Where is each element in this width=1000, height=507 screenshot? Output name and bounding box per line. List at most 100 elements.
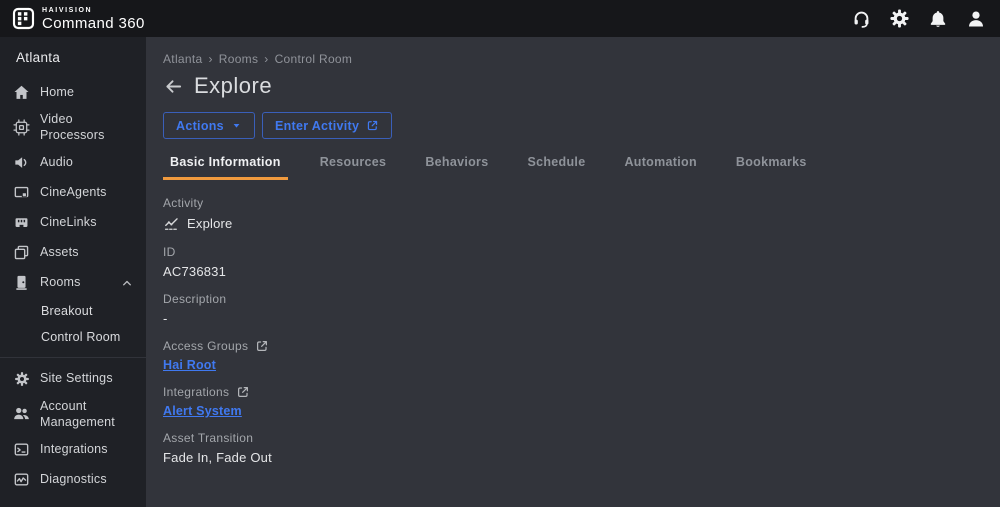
enter-activity-button-label: Enter Activity xyxy=(274,118,360,133)
activity-chart-icon xyxy=(163,215,180,232)
tab-behaviors[interactable]: Behaviors xyxy=(418,155,495,180)
sidebar-item-label: CineLinks xyxy=(40,215,97,230)
asset-transition-value: Fade In, Fade Out xyxy=(163,450,272,465)
sidebar-nav: Home Video Processors Audio CineAgents C… xyxy=(0,77,146,494)
brand-text: HAIVISION Command 360 xyxy=(42,7,145,31)
chip-icon xyxy=(13,119,30,136)
hai-root-link[interactable]: Hai Root xyxy=(163,358,216,372)
top-bar: HAIVISION Command 360 xyxy=(0,0,1000,37)
enter-activity-button[interactable]: Enter Activity xyxy=(261,112,393,139)
sidebar-divider xyxy=(0,356,146,358)
people-icon xyxy=(13,405,30,422)
alert-system-link[interactable]: Alert System xyxy=(163,404,242,418)
breadcrumb: Atlanta › Rooms › Control Room xyxy=(163,52,980,66)
field-asset-transition: Asset Transition Fade In, Fade Out xyxy=(163,431,980,465)
sidebar-item-cinelinks[interactable]: CineLinks xyxy=(0,208,146,238)
activity-label: Activity xyxy=(163,196,204,210)
breadcrumb-control-room: Control Room xyxy=(274,52,353,66)
field-label: Access Groups xyxy=(163,339,980,353)
tab-schedule[interactable]: Schedule xyxy=(520,155,592,180)
door-icon xyxy=(13,274,30,291)
id-label: ID xyxy=(163,245,176,259)
tab-resources[interactable]: Resources xyxy=(313,155,394,180)
brand-name: HAIVISION xyxy=(42,6,93,14)
support-headset-icon[interactable] xyxy=(851,8,872,29)
site-name: Atlanta xyxy=(16,50,61,65)
sidebar-item-rooms[interactable]: Rooms xyxy=(0,268,146,298)
field-label: Description xyxy=(163,292,980,306)
account-person-icon[interactable] xyxy=(965,8,986,29)
id-value: AC736831 xyxy=(163,264,227,279)
tab-automation[interactable]: Automation xyxy=(617,155,703,180)
layers-icon xyxy=(13,244,30,261)
sidebar-item-label: Home xyxy=(40,84,75,99)
main-content: Atlanta › Rooms › Control Room Explore A… xyxy=(146,37,1000,507)
tab-bookmarks[interactable]: Bookmarks xyxy=(729,155,814,180)
tab-basic-information[interactable]: Basic Information xyxy=(163,155,288,180)
sidebar: Atlanta Home Video Processors Audio Cine… xyxy=(0,37,146,507)
external-link-icon xyxy=(366,119,379,132)
terminal-icon xyxy=(13,441,30,458)
external-link-icon[interactable] xyxy=(255,339,269,353)
field-integrations: Integrations Alert System xyxy=(163,385,980,418)
sidebar-item-audio[interactable]: Audio xyxy=(0,148,146,178)
sidebar-item-video-processors[interactable]: Video Processors xyxy=(0,107,146,148)
topbar-icon-group xyxy=(851,8,986,29)
field-label: Activity xyxy=(163,196,980,210)
sidebar-subitem-control-room[interactable]: Control Room xyxy=(0,324,146,350)
haivision-logo-icon xyxy=(12,7,35,30)
actions-button[interactable]: Actions xyxy=(163,112,255,139)
breadcrumb-separator: › xyxy=(264,52,269,66)
product-name: Command 360 xyxy=(42,14,145,32)
sidebar-item-cineagents[interactable]: CineAgents xyxy=(0,178,146,208)
sidebar-item-label: Account Management xyxy=(40,398,115,429)
field-label: Asset Transition xyxy=(163,431,980,445)
notifications-bell-icon[interactable] xyxy=(927,8,948,29)
title-row: Explore xyxy=(163,73,980,99)
integrations-link-row: Alert System xyxy=(163,404,980,418)
description-value: - xyxy=(163,311,168,326)
sidebar-item-home[interactable]: Home xyxy=(0,77,146,107)
activity-value: Explore xyxy=(187,216,233,231)
activity-value-row: Explore xyxy=(163,215,980,232)
access-groups-label: Access Groups xyxy=(163,339,249,353)
sidebar-item-integrations[interactable]: Integrations xyxy=(0,434,146,464)
sidebar-item-label: Site Settings xyxy=(40,371,113,386)
back-arrow-icon[interactable] xyxy=(163,76,183,96)
chevron-up-icon[interactable] xyxy=(121,277,133,289)
sidebar-item-label: Assets xyxy=(40,245,79,260)
settings-gear-icon[interactable] xyxy=(889,8,910,29)
rooms-submenu: Breakout Control Room xyxy=(0,298,146,350)
field-description: Description - xyxy=(163,292,980,326)
sidebar-item-account-management[interactable]: Account Management xyxy=(0,394,146,435)
gear-icon xyxy=(13,370,30,387)
caret-down-icon xyxy=(231,120,242,131)
port-icon xyxy=(13,214,30,231)
field-id: ID AC736831 xyxy=(163,245,980,279)
field-label: ID xyxy=(163,245,980,259)
sidebar-item-site-settings[interactable]: Site Settings xyxy=(0,364,146,394)
page-title: Explore xyxy=(194,73,273,98)
breadcrumb-rooms[interactable]: Rooms xyxy=(219,52,259,66)
sidebar-item-assets[interactable]: Assets xyxy=(0,238,146,268)
description-label: Description xyxy=(163,292,227,306)
field-access-groups: Access Groups Hai Root xyxy=(163,339,980,372)
sidebar-item-label: Video Processors xyxy=(40,112,105,143)
breadcrumb-separator: › xyxy=(208,52,213,66)
speaker-icon xyxy=(13,154,30,171)
sidebar-item-label: Integrations xyxy=(40,441,108,456)
basic-information-panel: Activity Explore ID AC736831 Description… xyxy=(163,196,980,465)
brand-logo[interactable]: HAIVISION Command 360 xyxy=(12,7,145,31)
actions-button-label: Actions xyxy=(176,118,224,133)
action-button-row: Actions Enter Activity xyxy=(163,112,980,139)
field-activity: Activity Explore xyxy=(163,196,980,232)
breadcrumb-atlanta[interactable]: Atlanta xyxy=(163,52,202,66)
pulse-icon xyxy=(13,471,30,488)
sidebar-item-diagnostics[interactable]: Diagnostics xyxy=(0,464,146,494)
app-window: HAIVISION Command 360 Atlanta Home Video… xyxy=(0,0,1000,507)
sidebar-subitem-breakout[interactable]: Breakout xyxy=(0,298,146,324)
tab-bar: Basic Information Resources Behaviors Sc… xyxy=(163,155,980,180)
sidebar-item-label: Rooms xyxy=(40,275,81,290)
external-link-icon[interactable] xyxy=(236,385,250,399)
sidebar-item-label: Audio xyxy=(40,155,73,170)
